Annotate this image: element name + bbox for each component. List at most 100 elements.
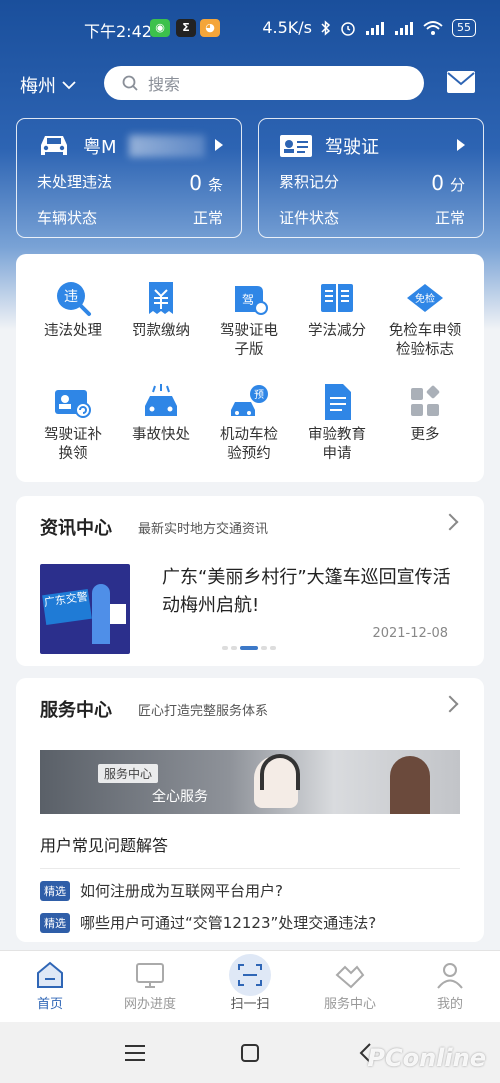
menu-icon[interactable]	[124, 1044, 146, 1062]
points-label: 累积记分	[279, 173, 340, 191]
city-label: 梅州	[20, 76, 56, 97]
scan-icon	[238, 964, 262, 986]
bluetooth-icon	[321, 19, 331, 36]
service-banner[interactable]: 服务中心 全心服务	[40, 750, 460, 814]
violations-unit: 条	[207, 176, 223, 194]
agent-figure-2	[390, 756, 430, 814]
bottom-nav: 首页 网办进度 扫一扫 服务中心 我的	[0, 950, 500, 1022]
city-selector[interactable]: 梅州	[20, 72, 76, 98]
nav-progress-label: 网办进度	[123, 997, 176, 1012]
news-headline[interactable]: 广东“美丽乡村行”大篷车巡回宣传活动梅州启航!	[162, 564, 462, 620]
service-label: 驾驶证电	[220, 323, 278, 339]
user-icon	[437, 963, 463, 989]
points-unit: 分	[449, 176, 465, 194]
service-label-2: 验预约	[227, 446, 271, 462]
nav-service[interactable]: 服务中心	[310, 961, 390, 1012]
service-label-2: 子版	[234, 342, 264, 358]
violations-count: 0	[189, 171, 202, 195]
news-thumbnail[interactable]: 广东交警	[40, 564, 130, 654]
license-icon-label: 驾	[242, 293, 254, 307]
service-study[interactable]: 学法减分	[290, 278, 384, 341]
search-input[interactable]: 搜索	[104, 66, 424, 100]
exempt-icon-label: 免检	[415, 292, 435, 305]
service-label: 违法处理	[44, 323, 102, 339]
nav-scan[interactable]: 扫一扫	[210, 961, 290, 1012]
home-square-icon[interactable]	[240, 1043, 260, 1063]
nav-progress[interactable]: 网办进度	[110, 961, 190, 1012]
service-center-title: 服务中心	[40, 700, 112, 721]
service-violation[interactable]: 违 违法处理	[26, 278, 120, 341]
service-education[interactable]: 审验教育 申请	[290, 382, 384, 464]
watermark-logo: PConline	[367, 1044, 486, 1072]
license-card[interactable]: 驾驶证 累积记分 0分 证件状态 正常	[258, 118, 484, 238]
nav-mine[interactable]: 我的	[410, 961, 490, 1012]
violation-icon: 违	[57, 282, 91, 316]
service-e-license[interactable]: 驾 驾驶证电 子版	[202, 278, 296, 360]
service-label-2: 检验标志	[396, 342, 454, 358]
faq-heading[interactable]: 用户常见问题解答	[40, 832, 168, 856]
banner-tag: 服务中心	[98, 764, 159, 783]
service-license-renew[interactable]: 驾驶证补 换领	[26, 382, 120, 464]
license-renew-icon	[55, 390, 91, 418]
featured-badge: 精选	[40, 912, 70, 933]
thumb-label: 广东交警	[42, 588, 92, 626]
faq-item[interactable]: 精选 如何注册成为互联网平台用户?	[40, 880, 283, 901]
news-subtitle: 最新实时地方交通资讯	[138, 522, 269, 537]
service-exempt[interactable]: 免检 免检车申领 检验标志	[378, 278, 472, 360]
study-icon	[321, 284, 353, 312]
plate-number: 粤M	[83, 137, 117, 158]
monitor-icon	[136, 963, 164, 988]
wifi-icon	[423, 20, 443, 35]
service-inspection[interactable]: 预 机动车检 验预约	[202, 382, 296, 464]
nav-home-label: 首页	[36, 997, 63, 1012]
car-icon	[41, 136, 67, 155]
id-card-icon	[280, 135, 312, 157]
handshake-icon	[335, 965, 365, 989]
service-label: 事故快处	[132, 427, 190, 443]
plate-blur	[128, 135, 205, 157]
nav-scan-label: 扫一扫	[230, 997, 270, 1012]
battery-indicator: 55	[452, 18, 476, 37]
mail-icon[interactable]	[446, 70, 476, 94]
nav-home[interactable]: 首页	[10, 961, 90, 1012]
service-center-card: 服务中心 匠心打造完整服务体系 服务中心 全心服务 用户常见问题解答 精选 如何…	[16, 678, 484, 942]
service-accident[interactable]: 事故快处	[114, 382, 208, 445]
more-icon	[411, 385, 440, 416]
service-label: 罚款缴纳	[132, 323, 190, 339]
service-label: 免检车申领	[388, 323, 462, 339]
qr-code	[110, 604, 126, 624]
faq-item[interactable]: 精选 哪些用户可通过“交管12123”处理交通违法?	[40, 912, 376, 933]
service-label-2: 申请	[322, 446, 352, 462]
faq-text: 如何注册成为互联网平台用户?	[80, 882, 283, 900]
carousel-dot	[231, 646, 237, 650]
education-icon	[325, 384, 351, 420]
service-fine[interactable]: 罚款缴纳	[114, 278, 208, 341]
accident-icon	[145, 384, 177, 416]
service-label: 机动车检	[220, 427, 278, 443]
status-time: 下午2:42	[84, 22, 152, 41]
service-label: 学法减分	[308, 323, 366, 339]
chevron-right-icon[interactable]	[441, 695, 459, 713]
chevron-down-icon	[62, 81, 76, 90]
fine-icon	[149, 282, 173, 314]
service-label-2: 换领	[58, 446, 88, 462]
carousel-dots	[222, 646, 276, 650]
vehicle-card[interactable]: 粤M 未处理违法 0条 车辆状态 正常	[16, 118, 242, 238]
inspection-icon: 预	[231, 385, 268, 416]
chevron-right-icon[interactable]	[441, 513, 459, 531]
alarm-icon	[341, 21, 355, 36]
license-status-label: 证件状态	[279, 209, 340, 227]
faq-text: 哪些用户可通过“交管12123”处理交通违法?	[80, 914, 377, 932]
license-status-value: 正常	[434, 209, 465, 227]
license-title: 驾驶证	[325, 137, 379, 158]
status-bar: 下午2:42 ◉ Σ ◕ 4.5K/s 55	[0, 0, 500, 56]
search-placeholder: 搜索	[148, 75, 181, 94]
service-center-subtitle: 匠心打造完整服务体系	[138, 704, 269, 719]
carousel-dot	[261, 646, 267, 650]
carousel-dot-active	[240, 646, 258, 650]
violations-label: 未处理违法	[37, 173, 113, 191]
points-value: 0	[431, 171, 444, 195]
vehicle-status-label: 车辆状态	[37, 209, 98, 227]
service-more[interactable]: 更多	[378, 382, 472, 445]
network-speed: 4.5K/s	[262, 18, 312, 37]
